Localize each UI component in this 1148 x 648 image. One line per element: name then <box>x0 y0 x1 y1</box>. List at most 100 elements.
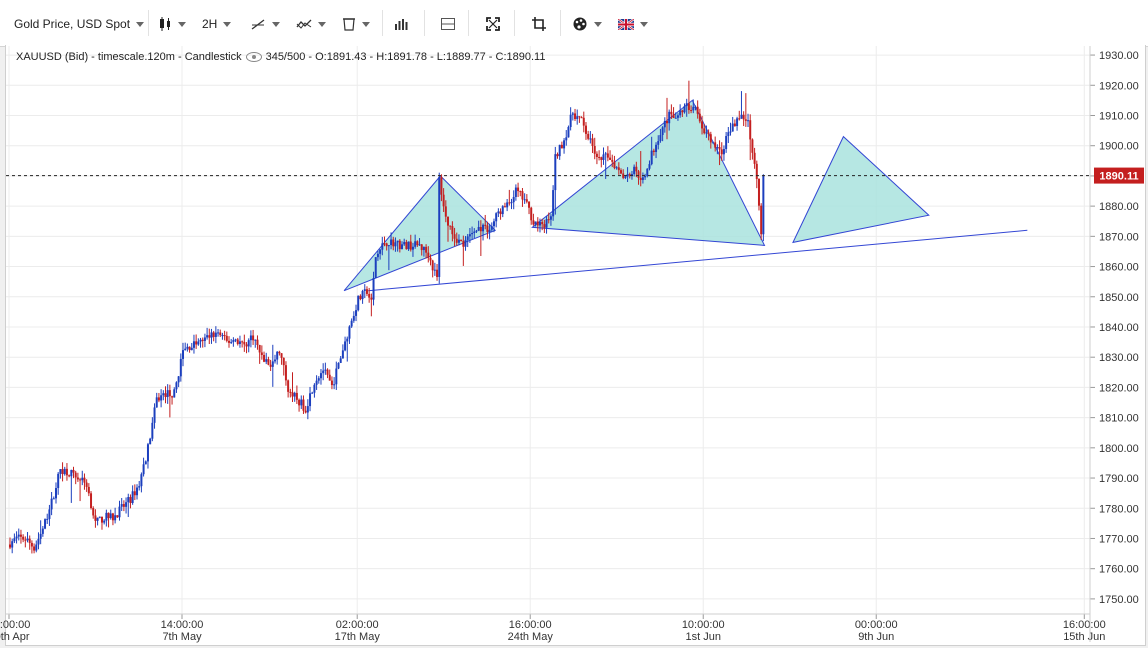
candle-body <box>530 207 533 221</box>
candle-body <box>11 541 14 548</box>
candle-body <box>552 190 555 217</box>
candle-body <box>105 512 108 521</box>
candle-body <box>81 477 84 481</box>
candle-body <box>595 153 598 157</box>
candle-body <box>100 516 103 523</box>
candle-body <box>72 469 75 473</box>
candle-body <box>385 243 388 247</box>
candle-body <box>359 295 362 300</box>
candle-body <box>477 226 480 231</box>
candle-body <box>284 365 287 381</box>
candle-body <box>276 351 279 360</box>
candle-body <box>85 482 88 487</box>
candle-body <box>9 544 11 548</box>
candle-body <box>396 240 399 243</box>
candle-body <box>617 167 620 171</box>
candle-body <box>352 315 355 321</box>
candle-body <box>376 253 379 258</box>
candle-body <box>96 517 99 521</box>
candle-body <box>306 406 309 413</box>
candle-body <box>729 131 732 133</box>
candle-body <box>431 260 434 271</box>
candle-body <box>188 346 191 351</box>
candle-body <box>293 392 296 397</box>
x-tick-time-label: 16:00:00 <box>509 619 552 631</box>
candle-body <box>615 167 618 169</box>
candle-body <box>420 244 423 251</box>
candle-body <box>549 216 552 220</box>
candle-body <box>94 515 97 521</box>
price-chart[interactable]: 1930.001920.001910.001900.001890.001880.… <box>0 0 1148 648</box>
candle-body <box>676 115 679 118</box>
candle-body <box>219 332 222 336</box>
candle-body <box>149 438 152 445</box>
candle-body <box>736 118 739 127</box>
candle-body <box>363 289 366 291</box>
candle-body <box>482 224 485 232</box>
candle-body <box>63 468 66 475</box>
candle-body <box>322 370 325 374</box>
y-tick-label: 1770.00 <box>1099 533 1139 545</box>
candle-body <box>602 154 605 160</box>
candle-body <box>501 206 504 215</box>
candle-body <box>162 393 165 396</box>
candle-body <box>593 145 596 154</box>
candle-body <box>711 142 714 144</box>
candle-body <box>142 464 145 475</box>
candle-body <box>416 241 419 246</box>
candle-body <box>383 243 386 245</box>
candle-body <box>709 134 712 143</box>
candle-body <box>541 222 544 225</box>
candle-body <box>201 339 204 341</box>
candle-body <box>346 338 349 342</box>
candle-body <box>256 339 259 345</box>
candle-body <box>151 422 154 439</box>
candle-body <box>405 242 408 250</box>
x-tick-time-label: 14:00:00 <box>161 619 204 631</box>
ohlc-info-line: XAUUSD (Bid) - timescale.120m - Candlest… <box>16 51 545 63</box>
candle-body <box>157 397 160 401</box>
candle-body <box>387 245 390 247</box>
candle-body <box>208 335 211 338</box>
x-tick-date-label: 24th May <box>508 631 554 643</box>
candle-body <box>313 384 316 393</box>
candle-body <box>705 132 708 134</box>
candle-body <box>328 374 331 381</box>
candle-body <box>13 538 16 542</box>
candle-body <box>19 534 22 537</box>
candle-body <box>344 341 347 351</box>
candle-body <box>565 137 568 141</box>
candle-body <box>620 170 623 174</box>
candle-body <box>348 326 351 339</box>
candle-body <box>508 202 511 204</box>
candle-body <box>171 396 174 398</box>
candle-body <box>76 477 79 480</box>
candle-body <box>563 140 566 149</box>
candle-body <box>68 475 71 477</box>
candle-body <box>368 293 371 298</box>
candle-body <box>457 239 460 243</box>
candle-body <box>755 163 758 179</box>
candle-body <box>613 161 616 168</box>
candle-body <box>543 224 546 228</box>
y-tick-label: 1880.00 <box>1099 201 1139 213</box>
candle-body <box>663 120 666 128</box>
candle-body <box>495 213 498 222</box>
pattern-drawings[interactable] <box>343 99 1028 292</box>
candle-body <box>217 332 220 334</box>
candle-body <box>464 239 467 247</box>
candle-body <box>655 144 658 152</box>
candle-body <box>622 173 625 178</box>
visibility-eye-icon[interactable] <box>245 52 262 63</box>
candle-body <box>538 222 541 226</box>
candle-body <box>486 225 489 232</box>
candle-body <box>534 221 537 225</box>
candle-body <box>390 239 393 246</box>
y-tick-label: 1800.00 <box>1099 443 1139 455</box>
candle-body <box>267 359 270 365</box>
candle-body <box>574 113 577 119</box>
candle-body <box>554 154 557 191</box>
candle-body <box>48 509 51 519</box>
candle-body <box>374 257 377 279</box>
candle-body <box>111 513 114 521</box>
